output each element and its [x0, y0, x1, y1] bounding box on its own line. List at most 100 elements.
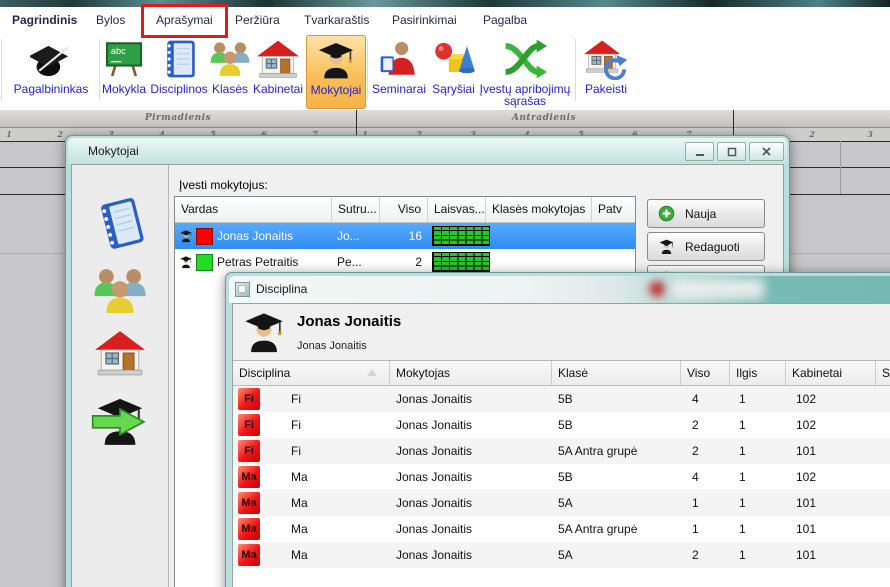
subjects-table-rows: Fi FiJonas Jonaitis5B41102 Fi FiJonas Jo…	[233, 386, 890, 568]
house-icon[interactable]	[95, 328, 145, 378]
menu-item-pagalba[interactable]: Pagalba	[483, 7, 527, 33]
subject-window-body: Jonas Jonaitis Jonas Jonaitis Disciplina…	[232, 303, 890, 587]
column-header-viso[interactable]: Viso	[681, 361, 730, 385]
subject-window-titlebar[interactable]: Disciplina	[229, 276, 890, 303]
subjects-table: Disciplina Mokytojas Klasė Viso Ilgis Ka…	[233, 360, 890, 587]
day-header-tuesday: Antradienis	[469, 113, 619, 123]
subject-badge: Ma	[238, 492, 260, 514]
day-header-monday: Pirmadienis	[103, 113, 253, 123]
toolbar-separator	[99, 39, 100, 101]
notebook-icon[interactable]	[88, 192, 151, 255]
menu-item-tvarkarastis[interactable]: Tvarkaraštis	[304, 7, 369, 33]
column-header-laisvas[interactable]: Laisvas...	[428, 197, 486, 222]
toolbar-button-seminarai[interactable]: Seminarai	[370, 35, 428, 107]
graduate-icon	[315, 36, 357, 84]
house-icon	[257, 35, 299, 83]
green-plus-icon	[658, 205, 675, 222]
column-header-mokytojas[interactable]: Mokytojas	[390, 361, 552, 385]
menu-item-perziura[interactable]: Peržiūra	[235, 7, 280, 33]
subject-badge: Ma	[238, 518, 260, 540]
toolbar-button-mokytojai[interactable]: Mokytojai	[306, 35, 366, 109]
teacher-name-heading: Jonas Jonaitis	[297, 313, 401, 330]
new-button[interactable]: Nauja	[647, 199, 765, 228]
toolbar-button-klases[interactable]: Klasės	[211, 35, 249, 107]
edit-button[interactable]: Redaguoti	[647, 232, 765, 261]
minimize-button[interactable]	[685, 142, 714, 161]
subject-badge: Fi	[238, 414, 260, 436]
column-header-disciplina[interactable]: Disciplina	[233, 361, 390, 385]
teacher-row-jonas-jonaitis[interactable]: Jonas Jonaitis Jo... 16	[175, 223, 635, 249]
toolbar-button-ivestu-apribojimu-sarasas[interactable]: Įvestų apribojimų sąrašas	[479, 35, 571, 107]
menu-bar: Pagrindinis Bylos Aprašymai Peržiūra Tva…	[0, 7, 890, 33]
teacher-color-marker	[196, 228, 213, 245]
toolbar-button-pakeisti[interactable]: Pakeisti	[579, 35, 633, 107]
people-group-icon[interactable]	[91, 263, 149, 319]
column-header-patvirtinta[interactable]: Patv	[592, 197, 635, 222]
subject-window: Disciplina Jonas Jonaitis Jonas Jonaitis…	[225, 272, 890, 587]
chalkboard-icon	[103, 35, 145, 83]
subject-row[interactable]: Fi FiJonas Jonaitis5B41102	[233, 386, 890, 412]
app-screen: Pagrindinis Bylos Aprašymai Peržiūra Tva…	[0, 0, 890, 587]
day-header-band: Pirmadienis Antradienis	[0, 110, 890, 128]
subject-row[interactable]: Fi FiJonas Jonaitis5B21102	[233, 412, 890, 438]
column-header-viso[interactable]: Viso	[380, 197, 428, 222]
teachers-window-titlebar[interactable]: Mokytojai	[68, 138, 787, 164]
blue-book-icon	[158, 35, 200, 83]
toolbar-separator	[367, 39, 368, 101]
column-header-klases-mokytojas[interactable]: Klasės mokytojas	[486, 197, 592, 222]
window-title: Disciplina	[256, 282, 307, 296]
person-book-icon	[378, 35, 420, 83]
toolbar-separator	[575, 39, 576, 101]
subjects-table-header: Disciplina Mokytojas Klasė Viso Ilgis Ka…	[233, 361, 890, 386]
maximize-icon	[727, 147, 737, 157]
toolbar-button-mokykla[interactable]: Mokykla	[101, 35, 147, 107]
subject-row[interactable]: Ma MaJonas Jonaitis5A21101	[233, 542, 890, 568]
column-header-klase[interactable]: Klasė	[552, 361, 681, 385]
toolbar-button-kabinetai[interactable]: Kabinetai	[251, 35, 305, 107]
graduate-arrow-icon[interactable]	[91, 393, 149, 449]
toolbar-button-disciplinos[interactable]: Disciplinos	[149, 35, 209, 107]
subject-badge: Fi	[238, 388, 260, 410]
teacher-color-marker	[196, 254, 213, 271]
subject-row[interactable]: Ma MaJonas Jonaitis5B41102	[233, 464, 890, 490]
toolbar-separator	[1, 39, 2, 101]
house-refresh-icon	[584, 35, 628, 83]
menu-item-pagrindinis[interactable]: Pagrindinis	[12, 7, 77, 33]
crossing-arrows-icon	[503, 35, 547, 83]
column-header-sutrumpinimas[interactable]: Sutru...	[332, 197, 380, 222]
toolbar-button-pagalbininkas[interactable]: Pagalbininkas	[5, 35, 97, 107]
toolbar-button-sarysiai[interactable]: Sąryšiai	[430, 35, 477, 107]
window-icon	[235, 282, 250, 297]
graduate-icon	[179, 255, 193, 269]
teachers-list-header: Vardas Sutru... Viso Laisvas... Klasės m…	[175, 197, 635, 223]
teachers-sidebar	[72, 165, 169, 587]
subject-row[interactable]: Fi FiJonas Jonaitis5A Antra grupė21101	[233, 438, 890, 464]
subject-badge: Fi	[238, 440, 260, 462]
menu-item-pasirinkimai[interactable]: Pasirinkimai	[392, 7, 457, 33]
highlight-annotation-box	[141, 4, 228, 38]
column-header-sa[interactable]: Sa	[876, 361, 890, 385]
window-controls	[685, 142, 784, 161]
minimize-icon	[695, 147, 705, 157]
column-header-ilgis[interactable]: Ilgis	[730, 361, 786, 385]
column-header-kabinetai[interactable]: Kabinetai	[786, 361, 876, 385]
column-header-vardas[interactable]: Vardas	[175, 197, 332, 222]
sort-ascending-icon	[367, 369, 377, 376]
close-button[interactable]	[749, 142, 784, 161]
glass-blur-artifact	[649, 281, 665, 297]
availability-grid	[432, 252, 490, 272]
graduate-icon	[179, 229, 193, 243]
maximize-button[interactable]	[717, 142, 746, 161]
availability-grid	[432, 226, 490, 246]
shapes-icon	[432, 35, 476, 83]
subject-row[interactable]: Ma MaJonas Jonaitis5A Antra grupė11101	[233, 516, 890, 542]
teacher-avatar-graduate-icon	[241, 309, 287, 355]
teacher-name-subtitle: Jonas Jonaitis	[297, 340, 367, 352]
people-group-icon	[208, 35, 252, 83]
menu-item-bylos[interactable]: Bylos	[96, 7, 125, 33]
toolbar: Pagalbininkas Mokykla Disciplinos Klasės…	[0, 33, 890, 111]
teachers-list-label: Įvesti mokytojus:	[179, 178, 268, 192]
subject-row[interactable]: Ma MaJonas Jonaitis5A11101	[233, 490, 890, 516]
app-titlebar-strip	[0, 0, 890, 7]
graduate-icon	[658, 238, 675, 255]
